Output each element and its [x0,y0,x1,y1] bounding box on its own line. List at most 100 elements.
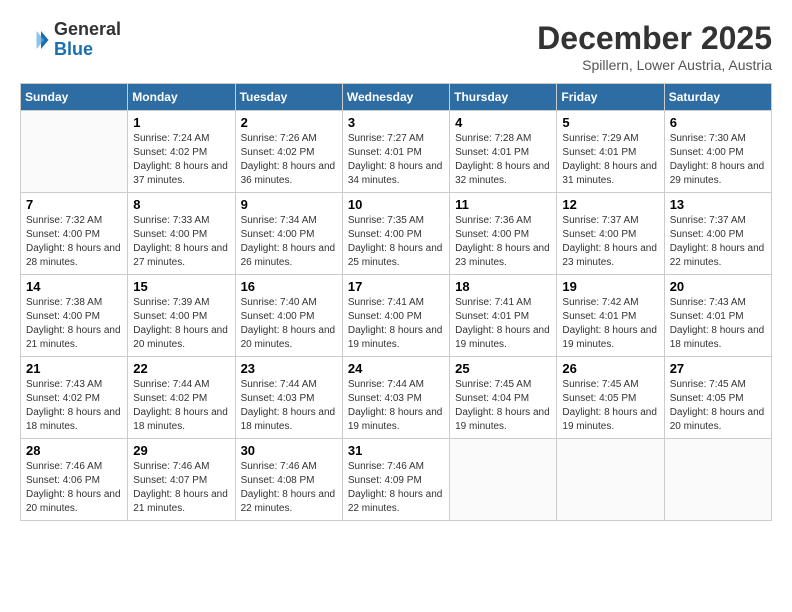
calendar-day-cell: 30 Sunrise: 7:46 AMSunset: 4:08 PMDayligh… [235,439,342,521]
day-info: Sunrise: 7:39 AMSunset: 4:00 PMDaylight:… [133,296,229,352]
day-info: Sunrise: 7:33 AMSunset: 4:00 PMDaylight:… [133,214,229,270]
weekday-header: Monday [128,84,235,111]
calendar-day-cell: 31 Sunrise: 7:46 AMSunset: 4:09 PMDayligh… [342,439,449,521]
weekday-header: Friday [557,84,664,111]
day-info: Sunrise: 7:35 AMSunset: 4:00 PMDaylight:… [348,214,444,270]
calendar-day-cell: 23Sunrise: 7:44 AMSunset: 4:03 PMDayligh… [235,357,342,439]
calendar-day-cell: 9Sunrise: 7:34 AMSunset: 4:00 PMDaylight… [235,193,342,275]
calendar-day-cell: 1Sunrise: 7:24 AMSunset: 4:02 PMDaylight… [128,111,235,193]
calendar-week-row: 21 Sunrise: 7:43 AMSunset: 4:02 PMDayligh… [21,357,772,439]
day-info: Sunrise: 7:43 AMSunset: 4:02 PMDaylight:… [26,378,122,434]
weekday-header: Tuesday [235,84,342,111]
calendar-day-cell [557,439,664,521]
calendar-day-cell: 14 Sunrise: 7:38 AMSunset: 4:00 PMDayligh… [21,275,128,357]
day-number: 1 [133,115,229,130]
day-info: Sunrise: 7:44 AMSunset: 4:02 PMDaylight:… [133,378,229,434]
day-number: 29 [133,443,229,458]
day-number: 17 [348,279,444,294]
day-number: 7 [26,197,122,212]
calendar-week-row: 1Sunrise: 7:24 AMSunset: 4:02 PMDaylight… [21,111,772,193]
weekday-header: Wednesday [342,84,449,111]
day-info: Sunrise: 7:44 AMSunset: 4:03 PMDaylight:… [348,378,444,434]
weekday-header: Thursday [450,84,557,111]
calendar-day-cell: 6 Sunrise: 7:30 AMSunset: 4:00 PMDaylight… [664,111,771,193]
calendar-day-cell: 3 Sunrise: 7:27 AMSunset: 4:01 PMDaylight… [342,111,449,193]
calendar-day-cell: 8Sunrise: 7:33 AMSunset: 4:00 PMDaylight… [128,193,235,275]
day-info: Sunrise: 7:45 AMSunset: 4:04 PMDaylight:… [455,378,551,434]
day-number: 30 [241,443,337,458]
day-info: Sunrise: 7:45 AMSunset: 4:05 PMDaylight:… [562,378,658,434]
calendar-day-cell: 15Sunrise: 7:39 AMSunset: 4:00 PMDayligh… [128,275,235,357]
calendar-day-cell: 22 Sunrise: 7:44 AMSunset: 4:02 PMDayligh… [128,357,235,439]
calendar-day-cell: 5 Sunrise: 7:29 AMSunset: 4:01 PMDaylight… [557,111,664,193]
logo-icon [20,25,50,55]
page-header: General Blue December 2025 Spillern, Low… [20,20,772,73]
day-number: 23 [241,361,337,376]
weekday-header: Saturday [664,84,771,111]
calendar-day-cell: 11Sunrise: 7:36 AMSunset: 4:00 PMDayligh… [450,193,557,275]
day-info: Sunrise: 7:37 AMSunset: 4:00 PMDaylight:… [562,214,658,270]
day-info: Sunrise: 7:27 AMSunset: 4:01 PMDaylight:… [348,132,444,188]
calendar-day-cell: 26 Sunrise: 7:45 AMSunset: 4:05 PMDayligh… [557,357,664,439]
calendar-day-cell: 21 Sunrise: 7:43 AMSunset: 4:02 PMDayligh… [21,357,128,439]
calendar-table: SundayMondayTuesdayWednesdayThursdayFrid… [20,83,772,521]
day-info: Sunrise: 7:34 AMSunset: 4:00 PMDaylight:… [241,214,337,270]
day-number: 18 [455,279,551,294]
day-info: Sunrise: 7:42 AMSunset: 4:01 PMDaylight:… [562,296,658,352]
calendar-day-cell: 19 Sunrise: 7:42 AMSunset: 4:01 PMDayligh… [557,275,664,357]
day-number: 6 [670,115,766,130]
day-number: 3 [348,115,444,130]
day-info: Sunrise: 7:46 AMSunset: 4:06 PMDaylight:… [26,460,122,516]
day-number: 11 [455,197,551,212]
day-number: 20 [670,279,766,294]
calendar-day-cell: 28 Sunrise: 7:46 AMSunset: 4:06 PMDayligh… [21,439,128,521]
day-number: 12 [562,197,658,212]
calendar-day-cell [664,439,771,521]
day-info: Sunrise: 7:46 AMSunset: 4:07 PMDaylight:… [133,460,229,516]
calendar-week-row: 7 Sunrise: 7:32 AMSunset: 4:00 PMDaylight… [21,193,772,275]
day-number: 4 [455,115,551,130]
day-info: Sunrise: 7:46 AMSunset: 4:09 PMDaylight:… [348,460,444,516]
day-number: 14 [26,279,122,294]
day-number: 16 [241,279,337,294]
day-number: 26 [562,361,658,376]
logo: General Blue [20,20,121,60]
day-number: 2 [241,115,337,130]
calendar-day-cell: 25Sunrise: 7:45 AMSunset: 4:04 PMDayligh… [450,357,557,439]
day-number: 5 [562,115,658,130]
day-info: Sunrise: 7:46 AMSunset: 4:08 PMDaylight:… [241,460,337,516]
day-info: Sunrise: 7:26 AMSunset: 4:02 PMDaylight:… [241,132,337,188]
day-number: 21 [26,361,122,376]
calendar-day-cell [21,111,128,193]
calendar-day-cell: 18 Sunrise: 7:41 AMSunset: 4:01 PMDayligh… [450,275,557,357]
calendar-week-row: 28 Sunrise: 7:46 AMSunset: 4:06 PMDayligh… [21,439,772,521]
day-info: Sunrise: 7:41 AMSunset: 4:00 PMDaylight:… [348,296,444,352]
calendar-day-cell: 10 Sunrise: 7:35 AMSunset: 4:00 PMDayligh… [342,193,449,275]
calendar-day-cell [450,439,557,521]
day-number: 13 [670,197,766,212]
calendar-week-row: 14 Sunrise: 7:38 AMSunset: 4:00 PMDayligh… [21,275,772,357]
day-info: Sunrise: 7:38 AMSunset: 4:00 PMDaylight:… [26,296,122,352]
calendar-day-cell: 7 Sunrise: 7:32 AMSunset: 4:00 PMDaylight… [21,193,128,275]
calendar-day-cell: 29 Sunrise: 7:46 AMSunset: 4:07 PMDayligh… [128,439,235,521]
day-info: Sunrise: 7:41 AMSunset: 4:01 PMDaylight:… [455,296,551,352]
day-number: 10 [348,197,444,212]
calendar-day-cell: 4Sunrise: 7:28 AMSunset: 4:01 PMDaylight… [450,111,557,193]
calendar-day-cell: 12 Sunrise: 7:37 AMSunset: 4:00 PMDayligh… [557,193,664,275]
day-number: 19 [562,279,658,294]
day-info: Sunrise: 7:40 AMSunset: 4:00 PMDaylight:… [241,296,337,352]
day-info: Sunrise: 7:37 AMSunset: 4:00 PMDaylight:… [670,214,766,270]
day-info: Sunrise: 7:29 AMSunset: 4:01 PMDaylight:… [562,132,658,188]
day-info: Sunrise: 7:30 AMSunset: 4:00 PMDaylight:… [670,132,766,188]
weekday-header: Sunday [21,84,128,111]
day-info: Sunrise: 7:32 AMSunset: 4:00 PMDaylight:… [26,214,122,270]
location-subtitle: Spillern, Lower Austria, Austria [537,57,772,73]
calendar-day-cell: 24Sunrise: 7:44 AMSunset: 4:03 PMDayligh… [342,357,449,439]
calendar-day-cell: 16 Sunrise: 7:40 AMSunset: 4:00 PMDayligh… [235,275,342,357]
title-block: December 2025 Spillern, Lower Austria, A… [537,20,772,73]
day-number: 31 [348,443,444,458]
day-number: 22 [133,361,229,376]
logo-text: General Blue [54,20,121,60]
day-number: 28 [26,443,122,458]
calendar-day-cell: 13 Sunrise: 7:37 AMSunset: 4:00 PMDayligh… [664,193,771,275]
